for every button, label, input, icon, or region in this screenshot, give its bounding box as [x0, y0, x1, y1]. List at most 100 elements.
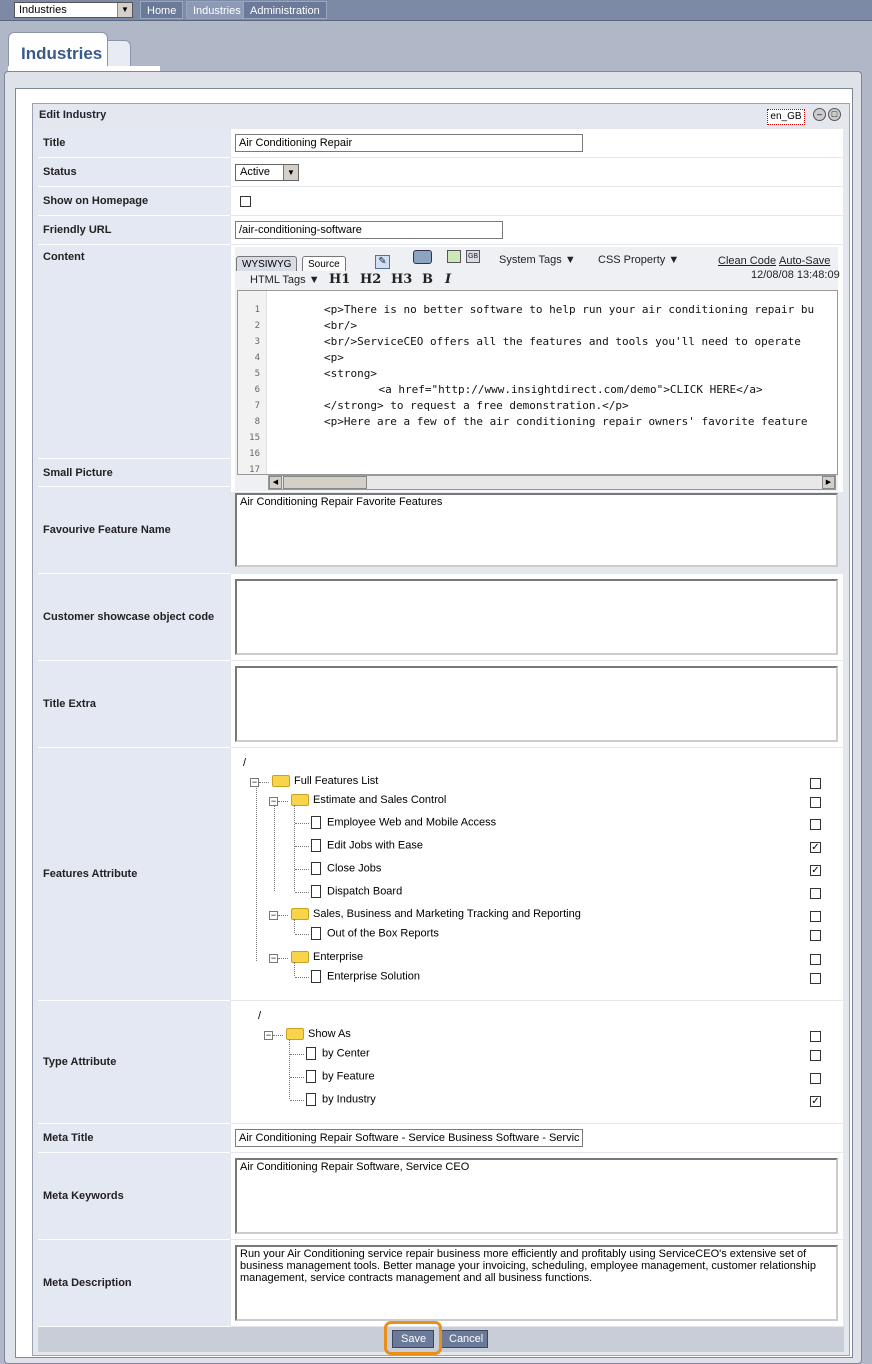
css-property-menu[interactable]: CSS Property ▼: [598, 254, 679, 266]
tab-source[interactable]: Source: [302, 256, 346, 271]
tree-checkbox[interactable]: [810, 819, 821, 830]
tree-checkbox[interactable]: [810, 930, 821, 941]
tree-item-node[interactable]: by Feature: [306, 1070, 375, 1083]
tree-item-node[interactable]: Dispatch Board: [311, 885, 402, 898]
italic-button[interactable]: I: [445, 272, 451, 287]
cancel-button[interactable]: Cancel: [440, 1330, 488, 1348]
tab-wysiwyg[interactable]: WYSIWYG: [236, 256, 298, 271]
tree-item-node[interactable]: Enterprise Solution: [311, 970, 420, 983]
language-badge[interactable]: en_GB: [767, 109, 805, 125]
tree-connector: [278, 958, 288, 959]
tree-checkbox[interactable]: [810, 1050, 821, 1061]
tree-checkbox[interactable]: [810, 1073, 821, 1084]
tree-connector: [295, 823, 309, 824]
tree-folder[interactable]: Sales, Business and Marketing Tracking a…: [291, 908, 581, 921]
meta-description-textarea[interactable]: Run your Air Conditioning service repair…: [235, 1245, 838, 1321]
collapse-icon[interactable]: –: [813, 108, 826, 121]
scroll-left-icon[interactable]: ◀: [269, 476, 282, 489]
tree-connector: [290, 1054, 304, 1055]
tree-checkbox[interactable]: [810, 911, 821, 922]
html-tags-menu[interactable]: HTML Tags ▼: [250, 274, 320, 286]
nav-home[interactable]: Home: [140, 1, 184, 19]
system-tags-label: System Tags: [499, 254, 562, 266]
tree-connector: [295, 934, 309, 935]
show-home-checkbox[interactable]: [240, 196, 251, 207]
tree-node-label: Close Jobs: [327, 862, 382, 875]
line-number: 8: [254, 417, 260, 427]
line-number: 6: [254, 385, 260, 395]
maximize-icon[interactable]: □: [828, 108, 841, 121]
tree-checkbox[interactable]: [810, 888, 821, 899]
folder-open-icon[interactable]: [413, 250, 432, 264]
friendly-url-input[interactable]: [235, 221, 503, 239]
tree-item-node[interactable]: Employee Web and Mobile Access: [311, 816, 496, 829]
tree-checkbox[interactable]: ✓: [810, 865, 821, 876]
tree-node-label: by Industry: [322, 1093, 376, 1106]
tree-checkbox[interactable]: ✓: [810, 1096, 821, 1107]
collapse-toggle-icon[interactable]: −: [264, 1031, 273, 1040]
tree-item-node[interactable]: by Industry: [306, 1093, 376, 1106]
tree-item-node[interactable]: Close Jobs: [311, 862, 381, 875]
tree-checkbox[interactable]: [810, 973, 821, 984]
line-number: 4: [254, 353, 260, 363]
collapse-toggle-icon[interactable]: −: [269, 954, 278, 963]
bold-button[interactable]: B: [422, 272, 433, 287]
edit-icon[interactable]: ✎: [375, 255, 390, 269]
tree-folder[interactable]: Full Features List: [272, 775, 378, 788]
dropdown-arrow-icon[interactable]: ▼: [283, 165, 298, 180]
media-icon[interactable]: GB: [466, 250, 480, 263]
showcase-textarea[interactable]: [235, 579, 838, 655]
chevron-down-icon: ▼: [308, 274, 320, 286]
tree-node-label: Show As: [308, 1028, 351, 1040]
label-title: Title: [38, 129, 230, 158]
tree-connector: [294, 919, 295, 933]
label-friendly-url: Friendly URL: [38, 216, 230, 245]
title-extra-textarea[interactable]: [235, 666, 838, 742]
collapse-toggle-icon[interactable]: −: [250, 778, 259, 787]
scroll-right-icon[interactable]: ▶: [822, 476, 835, 489]
image-icon[interactable]: [447, 250, 461, 263]
tree-checkbox[interactable]: [810, 1031, 821, 1042]
line-number: 7: [254, 401, 260, 411]
tab-industries[interactable]: Industries: [8, 32, 108, 70]
tree-node-label: Enterprise: [313, 951, 364, 963]
status-select[interactable]: Active ▼: [235, 164, 299, 181]
meta-keywords-textarea[interactable]: Air Conditioning Repair Software, Servic…: [235, 1158, 838, 1234]
tree-item-node[interactable]: Out of the Box Reports: [311, 927, 439, 940]
tree-checkbox[interactable]: [810, 778, 821, 789]
heading2-button[interactable]: H2: [360, 272, 381, 287]
tree-item-node[interactable]: Edit Jobs with Ease: [311, 839, 423, 852]
nav-administration[interactable]: Administration: [243, 1, 327, 19]
cell-meta-title: [231, 1124, 843, 1153]
meta-title-input[interactable]: [235, 1129, 583, 1147]
tree-checkbox[interactable]: [810, 797, 821, 808]
section-selector[interactable]: Industries ▼: [14, 2, 133, 18]
document-icon: [311, 862, 321, 875]
document-icon: [311, 970, 321, 983]
heading3-button[interactable]: H3: [391, 272, 412, 287]
source-code-area[interactable]: 1 <p>There is no better software to help …: [237, 290, 838, 475]
page-title: Industries: [21, 44, 103, 63]
tree-item-node[interactable]: by Center: [306, 1047, 370, 1060]
scroll-thumb[interactable]: [283, 476, 367, 489]
label-title-extra: Title Extra: [38, 661, 230, 748]
tree-folder[interactable]: Show As: [286, 1028, 351, 1041]
fav-feature-textarea[interactable]: Air Conditioning Repair Favorite Feature…: [235, 493, 838, 567]
tree-folder[interactable]: Enterprise: [291, 951, 364, 964]
system-tags-menu[interactable]: System Tags ▼: [499, 254, 576, 266]
nav-industries[interactable]: Industries: [186, 1, 248, 19]
auto-save-link[interactable]: Auto-Save: [779, 255, 830, 267]
code-line: </strong> to request a free demonstratio…: [324, 399, 629, 412]
dropdown-arrow-icon[interactable]: ▼: [117, 3, 132, 17]
horizontal-scrollbar[interactable]: ◀ ▶: [268, 475, 836, 490]
tree-checkbox[interactable]: ✓: [810, 842, 821, 853]
tree-folder[interactable]: Estimate and Sales Control: [291, 794, 446, 807]
heading1-button[interactable]: H1: [329, 272, 350, 287]
clean-code-link[interactable]: Clean Code: [718, 255, 776, 267]
tree-checkbox[interactable]: [810, 954, 821, 965]
collapse-toggle-icon[interactable]: −: [269, 911, 278, 920]
line-number: 15: [249, 433, 260, 443]
label-small-picture: Small Picture: [38, 459, 230, 487]
title-input[interactable]: [235, 134, 583, 152]
tree-node-label: Employee Web and Mobile Access: [327, 816, 497, 829]
